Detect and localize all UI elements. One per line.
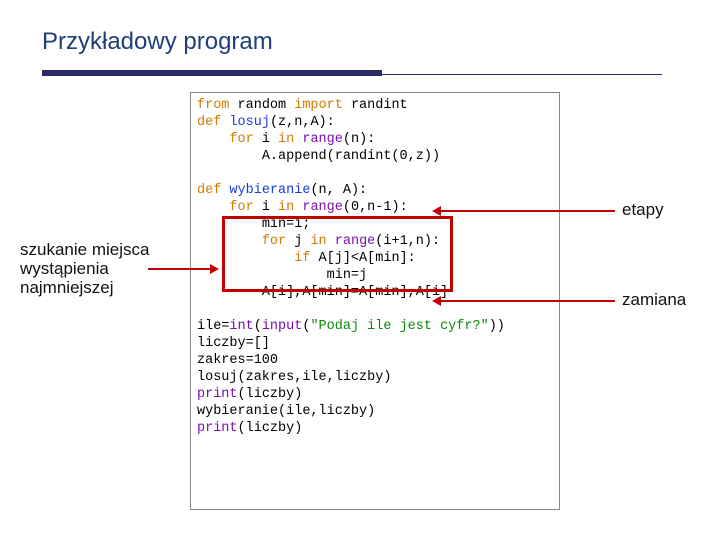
kw-from: from xyxy=(197,98,229,113)
kw-def: def xyxy=(197,115,221,130)
page-title: Przykładowy program xyxy=(42,28,273,56)
arrow-etapy xyxy=(440,210,615,212)
arrow-zamiana-head xyxy=(432,296,441,306)
annot-etapy: etapy xyxy=(622,200,664,220)
fn-losuj: losuj xyxy=(229,115,270,130)
title-underline-thin xyxy=(382,74,662,75)
title-underline xyxy=(42,70,382,76)
arrow-left xyxy=(148,268,210,270)
arrow-zamiana xyxy=(440,300,615,302)
arrow-etapy-head xyxy=(432,206,441,216)
annot-zamiana: zamiana xyxy=(622,290,686,310)
arrow-left-head xyxy=(210,264,219,274)
kw-import: import xyxy=(294,98,343,113)
fn-wybieranie: wybieranie xyxy=(229,183,310,198)
